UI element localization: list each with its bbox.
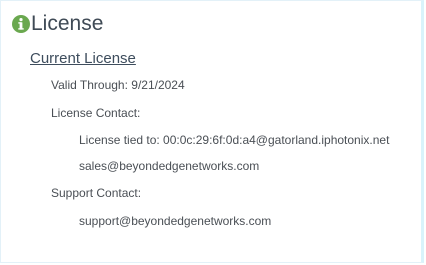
license-tied-to-text: License tied to: 00:0c:29:6f:0d:a4@gator… (79, 133, 390, 147)
support-contact-label: Support Contact: (51, 186, 142, 200)
current-license-link[interactable]: Current License (30, 49, 136, 69)
panel-title: License (31, 12, 104, 35)
license-contact-label: License Contact: (51, 106, 141, 120)
valid-through-text: Valid Through: 9/21/2024 (51, 78, 185, 92)
info-circle-icon (12, 15, 30, 33)
license-panel: License Current License Valid Through: 9… (0, 0, 424, 263)
support-contact-email: support@beyondedgenetworks.com (79, 214, 272, 228)
panel-header: License (12, 11, 103, 37)
license-contact-email: sales@beyondedgenetworks.com (79, 159, 260, 173)
